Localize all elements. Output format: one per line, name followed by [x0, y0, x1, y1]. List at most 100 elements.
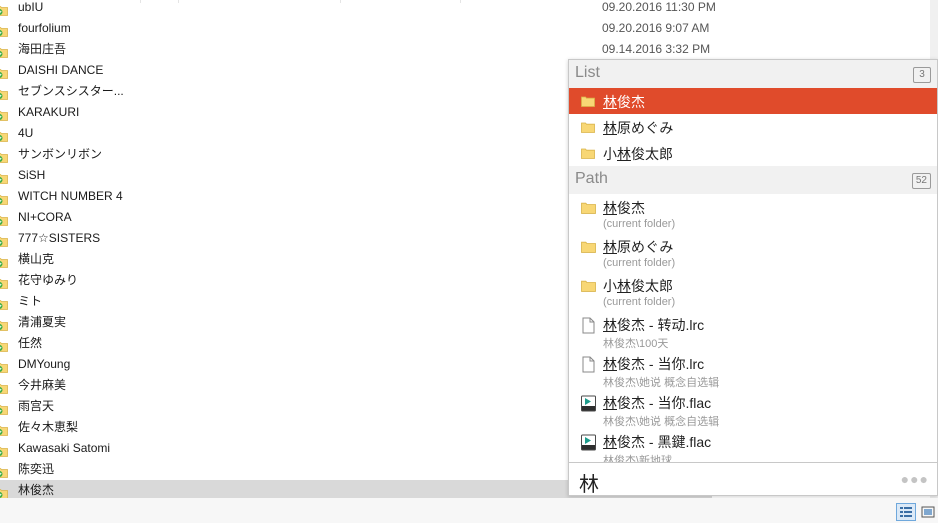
folder-icon [0, 86, 8, 100]
folder-icon [0, 485, 8, 499]
file-name: DAISHI DANCE [18, 63, 104, 77]
match-highlight: 林 [603, 200, 617, 216]
folder-icon [0, 170, 8, 184]
result-title: 林俊杰 - 黑鍵.flac [603, 432, 711, 452]
result-label: 林俊杰 [603, 92, 645, 112]
result-title: 林俊杰 - 当你.lrc [603, 354, 704, 374]
file-name: 陈奕迅 [18, 462, 55, 476]
file-name: Kawasaki Satomi [18, 441, 111, 455]
folder-icon [0, 128, 8, 142]
result-title: 林原めぐみ [603, 237, 673, 257]
folder-icon [581, 120, 595, 134]
list-result-item[interactable]: 林原めぐみ [569, 114, 937, 140]
search-input[interactable]: 林 [579, 468, 599, 495]
label-rest: 俊杰 - 黑鍵.flac [617, 434, 712, 450]
label-rest: 俊杰 - 当你.lrc [617, 356, 705, 372]
folder-icon [0, 317, 8, 331]
folder-icon [0, 401, 8, 415]
flac-icon [581, 395, 596, 412]
file-row[interactable]: 海田庄吾 09.14.2016 3:32 PM [0, 39, 712, 60]
search-bar[interactable]: 林 ●●● [569, 462, 937, 495]
result-path: (current folder) [603, 296, 676, 308]
file-name: NI+CORA [18, 210, 72, 224]
document-icon [581, 317, 596, 334]
folder-icon [0, 233, 8, 247]
folder-icon [0, 23, 8, 37]
list-result-item[interactable]: 林俊杰 [569, 88, 937, 114]
list-section-title: List [575, 64, 600, 81]
file-row[interactable]: fourfolium 09.20.2016 9:07 AM [0, 18, 712, 39]
folder-icon [581, 278, 596, 295]
folder-icon [0, 275, 8, 289]
result-title: 林俊杰 - 当你.flac [603, 393, 711, 413]
file-name: 雨宫天 [18, 399, 55, 413]
folder-icon [0, 107, 8, 121]
path-result-item[interactable]: 林原めぐみ (current folder) [569, 233, 937, 272]
label-rest: 原めぐみ [617, 239, 674, 255]
path-section-header: Path 52 [569, 166, 937, 194]
result-title: 林俊杰 - 转动.lrc [603, 315, 704, 335]
file-name: KARAKURI [18, 105, 80, 119]
folder-icon [0, 464, 8, 478]
match-highlight: 林 [603, 395, 617, 411]
details-view-icon [900, 507, 912, 517]
folder-icon [0, 65, 8, 79]
match-highlight: 林 [617, 146, 631, 162]
folder-icon [581, 146, 595, 160]
result-label: 小林俊太郎 [603, 144, 673, 164]
path-count-badge: 52 [911, 173, 931, 189]
result-path: (current folder) [603, 257, 676, 269]
more-options-icon[interactable]: ●●● [901, 471, 929, 487]
result-path: 林俊杰\她说 概念自选辑 [603, 377, 720, 389]
folder-icon [0, 338, 8, 352]
label-rest: 俊杰 - 转动.lrc [617, 317, 705, 333]
file-name: 清浦夏実 [18, 315, 67, 329]
path-result-item[interactable]: 小林俊太郎 (current folder) [569, 272, 937, 311]
label-rest: 俊杰 [617, 94, 645, 110]
list-result-item[interactable]: 小林俊太郎 [569, 140, 937, 166]
folder-icon [0, 422, 8, 436]
file-name: fourfolium [18, 21, 71, 35]
file-date: 09.20.2016 11:30 PM [602, 0, 716, 14]
details-view-button[interactable] [896, 503, 916, 521]
folder-icon [0, 296, 8, 310]
label-rest: 原めぐみ [617, 120, 674, 136]
folder-icon [581, 239, 596, 256]
label-prefix: 小 [603, 146, 617, 162]
file-row[interactable]: ubIU 09.20.2016 11:30 PM [0, 0, 716, 18]
match-highlight: 林 [603, 356, 617, 372]
file-name: ubIU [18, 0, 44, 14]
path-result-item[interactable]: 林俊杰 - 转动.lrc 林俊杰\100天 [569, 311, 937, 350]
match-highlight: 林 [603, 434, 617, 450]
file-name: 777☆SISTERS [18, 231, 101, 245]
large-icons-view-icon [921, 506, 935, 518]
path-result-item[interactable]: 林俊杰 - 当你.lrc 林俊杰\她说 概念自选辑 [569, 350, 937, 389]
folder-icon [0, 44, 8, 58]
search-popup: List 3 林俊杰 林原めぐみ 小林俊太郎 Path 52 林俊杰 (current… [568, 59, 938, 496]
result-label: 林原めぐみ [603, 118, 673, 138]
file-name: 佐々木恵梨 [18, 420, 79, 434]
file-name: セブンスシスター... [18, 84, 124, 98]
file-name: 海田庄吾 [18, 42, 67, 56]
label-prefix: 小 [603, 278, 617, 294]
path-results: 林俊杰 (current folder) 林原めぐみ (current folder)… [569, 194, 937, 462]
folder-icon [0, 191, 8, 205]
result-path: 林俊杰\新地球 [603, 455, 673, 462]
file-date: 09.14.2016 3:32 PM [602, 42, 711, 56]
path-result-item[interactable]: 林俊杰 - 当你.flac 林俊杰\她说 概念自选辑 [569, 389, 937, 428]
match-highlight: 林 [603, 120, 617, 136]
file-name: 横山克 [18, 252, 55, 266]
status-bar [0, 498, 938, 523]
flac-icon [581, 434, 596, 451]
match-highlight: 林 [603, 94, 617, 110]
file-name: 4U [18, 126, 34, 140]
folder-icon [581, 94, 595, 108]
large-icons-view-button[interactable] [918, 503, 938, 521]
path-result-item[interactable]: 林俊杰 (current folder) [569, 194, 937, 233]
label-rest: 俊太郎 [631, 146, 673, 162]
file-name: DMYoung [18, 357, 71, 371]
file-name: ミト [18, 294, 43, 308]
folder-icon [581, 200, 596, 217]
path-result-item[interactable]: 林俊杰 - 黑鍵.flac 林俊杰\新地球 [569, 428, 937, 462]
result-path: 林俊杰\她说 概念自选辑 [603, 416, 720, 428]
